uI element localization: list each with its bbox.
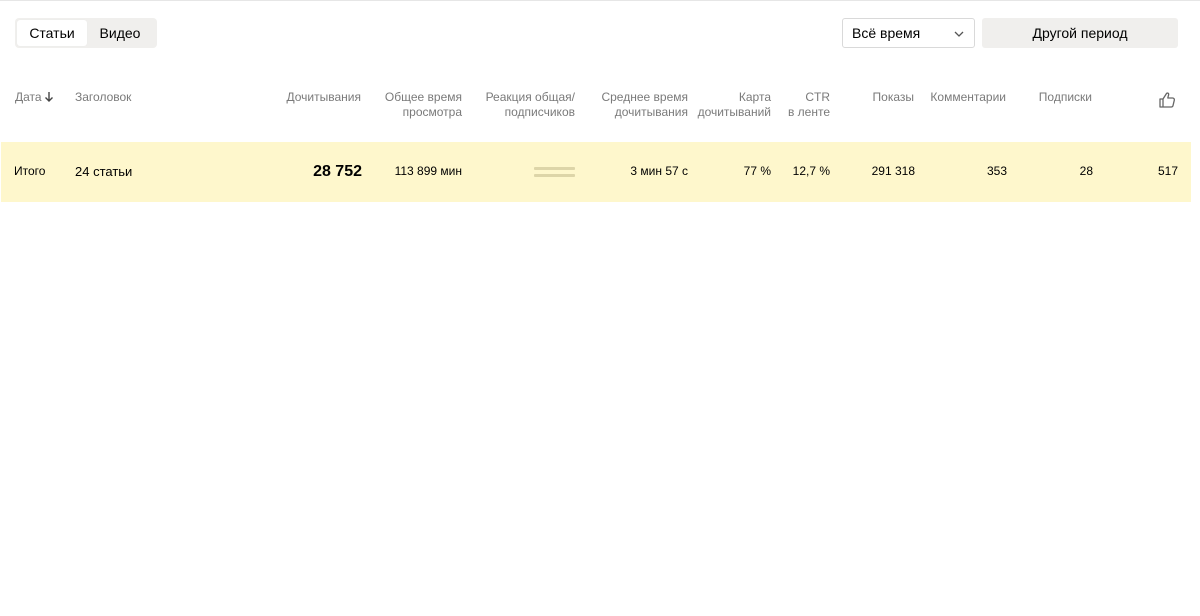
total-ctr: 12,7 % [792,164,830,178]
total-read-map: 77 % [743,164,771,178]
column-header-read-map-line1: Карта [738,90,771,104]
column-header-ctr-line1: CTR [805,90,830,104]
column-header-title[interactable]: Заголовок [75,90,131,105]
period-select[interactable]: Всё время [842,18,975,48]
total-row [1,142,1191,202]
total-reads: 28 752 [313,163,362,180]
top-divider [0,0,1200,1]
total-subscriptions: 28 [1079,164,1093,178]
tab-videos[interactable]: Видео [87,20,153,46]
reaction-placeholder [534,167,575,178]
column-header-comments[interactable]: Комментарии [930,90,1006,105]
total-view-time: 113 899 мин [394,164,462,178]
like-icon[interactable] [1158,91,1176,109]
column-header-date-label: Дата [15,90,42,104]
sort-arrow-down-icon [44,92,53,102]
column-header-reaction-line1: Реакция общая/ [485,90,575,104]
column-header-total-time-line2: просмотра [402,105,462,119]
column-header-avg-time[interactable]: Среднее время дочитывания [601,90,688,120]
column-header-avg-time-line2: дочитывания [614,105,688,119]
total-articles: 24 статьи [75,164,133,179]
column-header-impressions[interactable]: Показы [873,90,914,105]
content-type-tabs: Статьи Видео [15,18,157,48]
column-header-reads[interactable]: Дочитывания [287,90,362,105]
column-header-date[interactable]: Дата [15,90,54,105]
tab-articles[interactable]: Статьи [17,20,87,46]
column-header-total-time-line1: Общее время [384,90,462,104]
column-header-subscriptions[interactable]: Подписки [1039,90,1092,105]
chevron-down-icon [954,31,964,37]
column-header-read-map-line2: дочитываний [697,105,771,119]
total-comments: 353 [986,164,1007,178]
column-header-ctr[interactable]: CTR в ленте [788,90,830,120]
period-select-value: Всё время [852,25,921,41]
column-header-read-map[interactable]: Карта дочитываний [698,90,771,120]
column-header-ctr-line2: в ленте [787,105,830,119]
column-header-total-time[interactable]: Общее время просмотра [385,90,462,120]
other-period-button[interactable]: Другой период [982,18,1178,48]
total-likes: 517 [1157,164,1178,178]
column-header-reaction[interactable]: Реакция общая/ подписчиков [486,90,575,120]
column-header-reaction-line2: подписчиков [504,105,575,119]
column-header-avg-time-line1: Среднее время [601,90,688,104]
total-impressions: 291 318 [871,164,915,178]
total-avg-read-time: 3 мин 57 с [630,164,688,178]
total-label: Итого [14,164,46,178]
